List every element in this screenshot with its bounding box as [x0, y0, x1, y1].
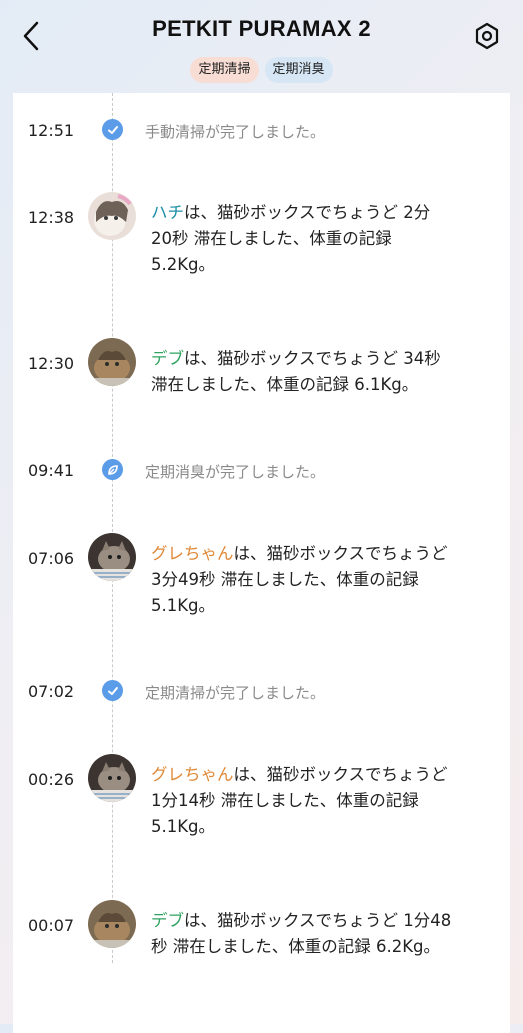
- status-dot: [102, 459, 123, 480]
- message-line: は、猫砂ボックスでちょうど 1分48: [184, 911, 452, 930]
- message-line: 5.2Kg。: [151, 255, 216, 274]
- page-title: PETKIT PURAMAX 2: [152, 16, 371, 41]
- cat-photo-icon: [88, 192, 136, 240]
- event-time: 09:41: [28, 461, 75, 480]
- event-time: 00:07: [28, 916, 75, 935]
- cat-photo-icon: [88, 533, 136, 581]
- message-line: 20秒 滞在しました、体重の記録: [151, 229, 392, 248]
- status-dot: [102, 119, 123, 140]
- cat-photo-icon: [88, 900, 136, 948]
- cat-avatar[interactable]: [88, 338, 136, 386]
- mode-tags: 定期清掃 定期消臭: [0, 57, 523, 83]
- cat-name[interactable]: グレちゃん: [151, 544, 234, 563]
- event-time: 07:02: [28, 682, 75, 701]
- tag-scheduled-deodorizing[interactable]: 定期消臭: [264, 57, 333, 83]
- event-time: 12:51: [28, 121, 75, 140]
- tag-scheduled-cleaning[interactable]: 定期清掃: [190, 57, 259, 83]
- event-time: 12:38: [28, 208, 75, 227]
- message-line: は、猫砂ボックスでちょうど: [233, 544, 448, 563]
- event-message: デブは、猫砂ボックスでちょうど 34秒 滞在しました、体重の記録 6.1Kg。: [151, 346, 501, 398]
- header: PETKIT PURAMAX 2 定期清掃 定期消臭: [0, 0, 523, 92]
- event-log-card: 12:51 手動清掃が完了しました。 12:38 ハチは、猫砂ボックスでちょうど…: [13, 93, 510, 1033]
- message-line: 3分49秒 滞在しました、体重の記録: [151, 570, 419, 589]
- message-line: 1分14秒 滞在しました、体重の記録: [151, 791, 419, 810]
- cat-avatar[interactable]: [88, 533, 136, 581]
- message-line: は、猫砂ボックスでちょうど: [233, 765, 448, 784]
- message-line: 5.1Kg。: [151, 596, 216, 615]
- event-text: 定期消臭が完了しました。: [145, 463, 326, 481]
- cat-name[interactable]: デブ: [151, 349, 184, 368]
- message-line: は、猫砂ボックスでちょうど 34秒: [184, 349, 441, 368]
- event-text: 手動清掃が完了しました。: [145, 123, 326, 141]
- event-text: 定期清掃が完了しました。: [145, 684, 326, 702]
- cat-name[interactable]: グレちゃん: [151, 765, 234, 784]
- message-line: 5.1Kg。: [151, 817, 216, 836]
- event-time: 00:26: [28, 770, 75, 789]
- event-message: グレちゃんは、猫砂ボックスでちょうど 1分14秒 滞在しました、体重の記録 5.…: [151, 762, 501, 840]
- cat-avatar[interactable]: [88, 192, 136, 240]
- settings-icon: [475, 22, 499, 50]
- cat-name[interactable]: ハチ: [151, 203, 184, 222]
- cat-name[interactable]: デブ: [151, 911, 184, 930]
- event-message: ハチは、猫砂ボックスでちょうど 2分 20秒 滞在しました、体重の記録 5.2K…: [151, 200, 501, 278]
- cat-photo-icon: [88, 338, 136, 386]
- event-time: 07:06: [28, 549, 75, 568]
- check-icon: [107, 125, 118, 134]
- message-line: 秒 滞在しました、体重の記録 6.2Kg。: [151, 937, 441, 956]
- leaf-icon: [107, 464, 118, 475]
- message-line: 滞在しました、体重の記録 6.1Kg。: [151, 375, 419, 394]
- event-message: グレちゃんは、猫砂ボックスでちょうど 3分49秒 滞在しました、体重の記録 5.…: [151, 541, 501, 619]
- message-line: は、猫砂ボックスでちょうど 2分: [184, 203, 431, 222]
- status-dot: [102, 680, 123, 701]
- cat-avatar[interactable]: [88, 900, 136, 948]
- cat-photo-icon: [88, 754, 136, 802]
- event-time: 12:30: [28, 354, 75, 373]
- check-icon: [107, 686, 118, 695]
- settings-button[interactable]: [471, 20, 503, 52]
- event-message: デブは、猫砂ボックスでちょうど 1分48 秒 滞在しました、体重の記録 6.2K…: [151, 908, 501, 960]
- cat-avatar[interactable]: [88, 754, 136, 802]
